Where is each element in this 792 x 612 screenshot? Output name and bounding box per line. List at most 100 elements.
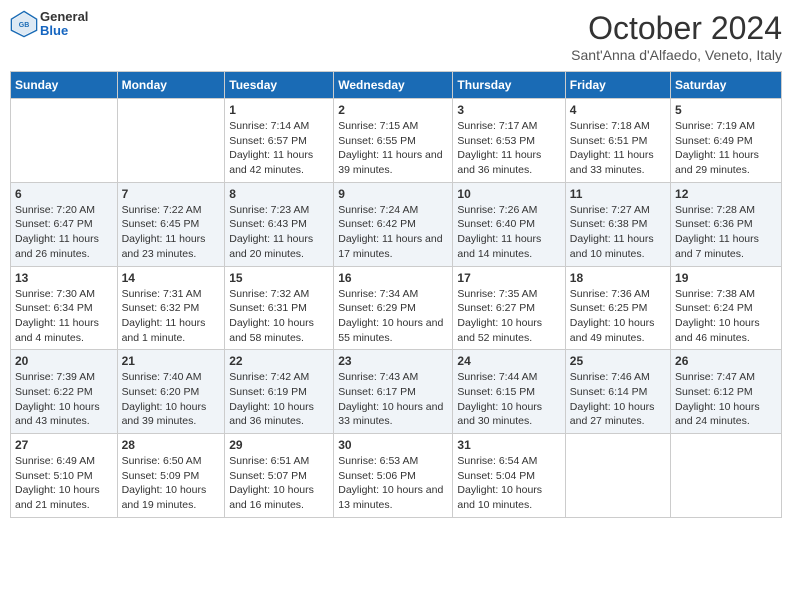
day-header-tuesday: Tuesday bbox=[225, 72, 334, 99]
cell-info: Sunrise: 7:36 AM Sunset: 6:25 PM Dayligh… bbox=[570, 287, 666, 346]
cell-info: Sunrise: 6:51 AM Sunset: 5:07 PM Dayligh… bbox=[229, 454, 329, 513]
cell-info: Sunrise: 7:39 AM Sunset: 6:22 PM Dayligh… bbox=[15, 370, 113, 429]
calendar-cell: 27 Sunrise: 6:49 AM Sunset: 5:10 PM Dayli… bbox=[11, 434, 118, 518]
cell-info: Sunrise: 7:30 AM Sunset: 6:34 PM Dayligh… bbox=[15, 287, 113, 346]
day-number: 3 bbox=[457, 103, 560, 117]
calendar-cell: 6 Sunrise: 7:20 AM Sunset: 6:47 PM Daylig… bbox=[11, 182, 118, 266]
title-block: October 2024 Sant'Anna d'Alfaedo, Veneto… bbox=[571, 10, 782, 63]
calendar-cell: 21 Sunrise: 7:40 AM Sunset: 6:20 PM Dayli… bbox=[117, 350, 225, 434]
calendar-table: SundayMondayTuesdayWednesdayThursdayFrid… bbox=[10, 71, 782, 518]
day-header-thursday: Thursday bbox=[453, 72, 565, 99]
calendar-cell: 20 Sunrise: 7:39 AM Sunset: 6:22 PM Dayli… bbox=[11, 350, 118, 434]
day-number: 7 bbox=[122, 187, 221, 201]
calendar-cell: 1 Sunrise: 7:14 AM Sunset: 6:57 PM Daylig… bbox=[225, 99, 334, 183]
day-number: 12 bbox=[675, 187, 777, 201]
cell-info: Sunrise: 7:28 AM Sunset: 6:36 PM Dayligh… bbox=[675, 203, 777, 262]
week-row-3: 13Sunrise: 7:30 AM Sunset: 6:34 PM Dayli… bbox=[11, 266, 782, 350]
day-number: 2 bbox=[338, 103, 448, 117]
calendar-cell: 7 Sunrise: 7:22 AM Sunset: 6:45 PM Daylig… bbox=[117, 182, 225, 266]
cell-info: Sunrise: 7:27 AM Sunset: 6:38 PM Dayligh… bbox=[570, 203, 666, 262]
cell-info: Sunrise: 7:32 AM Sunset: 6:31 PM Dayligh… bbox=[229, 287, 329, 346]
calendar-cell: 11Sunrise: 7:27 AM Sunset: 6:38 PM Dayli… bbox=[565, 182, 670, 266]
calendar-cell: 23 Sunrise: 7:43 AM Sunset: 6:17 PM Dayli… bbox=[334, 350, 453, 434]
day-number: 24 bbox=[457, 354, 560, 368]
day-number: 23 bbox=[338, 354, 448, 368]
logo-icon: GB bbox=[10, 10, 38, 38]
calendar-header-row: SundayMondayTuesdayWednesdayThursdayFrid… bbox=[11, 72, 782, 99]
calendar-cell: 17 Sunrise: 7:35 AM Sunset: 6:27 PM Dayli… bbox=[453, 266, 565, 350]
calendar-cell: 8 Sunrise: 7:23 AM Sunset: 6:43 PM Daylig… bbox=[225, 182, 334, 266]
cell-info: Sunrise: 7:15 AM Sunset: 6:55 PM Dayligh… bbox=[338, 119, 448, 178]
day-number: 22 bbox=[229, 354, 329, 368]
calendar-cell: 31 Sunrise: 6:54 AM Sunset: 5:04 PM Dayli… bbox=[453, 434, 565, 518]
calendar-cell: 28Sunrise: 6:50 AM Sunset: 5:09 PM Dayli… bbox=[117, 434, 225, 518]
calendar-cell: 22 Sunrise: 7:42 AM Sunset: 6:19 PM Dayli… bbox=[225, 350, 334, 434]
calendar-cell: 24 Sunrise: 7:44 AM Sunset: 6:15 PM Dayli… bbox=[453, 350, 565, 434]
cell-info: Sunrise: 7:34 AM Sunset: 6:29 PM Dayligh… bbox=[338, 287, 448, 346]
day-header-friday: Friday bbox=[565, 72, 670, 99]
cell-info: Sunrise: 7:40 AM Sunset: 6:20 PM Dayligh… bbox=[122, 370, 221, 429]
day-number: 29 bbox=[229, 438, 329, 452]
calendar-cell bbox=[671, 434, 782, 518]
day-number: 8 bbox=[229, 187, 329, 201]
location-title: Sant'Anna d'Alfaedo, Veneto, Italy bbox=[571, 47, 782, 63]
day-number: 20 bbox=[15, 354, 113, 368]
cell-info: Sunrise: 7:44 AM Sunset: 6:15 PM Dayligh… bbox=[457, 370, 560, 429]
cell-info: Sunrise: 6:54 AM Sunset: 5:04 PM Dayligh… bbox=[457, 454, 560, 513]
day-number: 21 bbox=[122, 354, 221, 368]
calendar-cell: 15 Sunrise: 7:32 AM Sunset: 6:31 PM Dayli… bbox=[225, 266, 334, 350]
day-header-wednesday: Wednesday bbox=[334, 72, 453, 99]
day-number: 6 bbox=[15, 187, 113, 201]
day-number: 17 bbox=[457, 271, 560, 285]
logo-blue: Blue bbox=[40, 24, 88, 38]
day-number: 30 bbox=[338, 438, 448, 452]
cell-info: Sunrise: 7:47 AM Sunset: 6:12 PM Dayligh… bbox=[675, 370, 777, 429]
cell-info: Sunrise: 7:14 AM Sunset: 6:57 PM Dayligh… bbox=[229, 119, 329, 178]
calendar-cell: 4 Sunrise: 7:18 AM Sunset: 6:51 PM Daylig… bbox=[565, 99, 670, 183]
calendar-cell: 2 Sunrise: 7:15 AM Sunset: 6:55 PM Daylig… bbox=[334, 99, 453, 183]
day-number: 15 bbox=[229, 271, 329, 285]
cell-info: Sunrise: 7:22 AM Sunset: 6:45 PM Dayligh… bbox=[122, 203, 221, 262]
cell-info: Sunrise: 7:42 AM Sunset: 6:19 PM Dayligh… bbox=[229, 370, 329, 429]
cell-info: Sunrise: 7:35 AM Sunset: 6:27 PM Dayligh… bbox=[457, 287, 560, 346]
calendar-cell: 14Sunrise: 7:31 AM Sunset: 6:32 PM Dayli… bbox=[117, 266, 225, 350]
week-row-4: 20 Sunrise: 7:39 AM Sunset: 6:22 PM Dayli… bbox=[11, 350, 782, 434]
cell-info: Sunrise: 7:19 AM Sunset: 6:49 PM Dayligh… bbox=[675, 119, 777, 178]
cell-info: Sunrise: 7:38 AM Sunset: 6:24 PM Dayligh… bbox=[675, 287, 777, 346]
calendar-cell: 9Sunrise: 7:24 AM Sunset: 6:42 PM Daylig… bbox=[334, 182, 453, 266]
day-number: 4 bbox=[570, 103, 666, 117]
calendar-cell: 29 Sunrise: 6:51 AM Sunset: 5:07 PM Dayli… bbox=[225, 434, 334, 518]
page-header: GB General Blue October 2024 Sant'Anna d… bbox=[10, 10, 782, 63]
cell-info: Sunrise: 7:46 AM Sunset: 6:14 PM Dayligh… bbox=[570, 370, 666, 429]
calendar-cell: 25 Sunrise: 7:46 AM Sunset: 6:14 PM Dayli… bbox=[565, 350, 670, 434]
cell-info: Sunrise: 7:43 AM Sunset: 6:17 PM Dayligh… bbox=[338, 370, 448, 429]
day-number: 5 bbox=[675, 103, 777, 117]
calendar-cell: 3Sunrise: 7:17 AM Sunset: 6:53 PM Daylig… bbox=[453, 99, 565, 183]
cell-info: Sunrise: 7:18 AM Sunset: 6:51 PM Dayligh… bbox=[570, 119, 666, 178]
calendar-cell bbox=[11, 99, 118, 183]
day-header-sunday: Sunday bbox=[11, 72, 118, 99]
calendar-cell: 30Sunrise: 6:53 AM Sunset: 5:06 PM Dayli… bbox=[334, 434, 453, 518]
cell-info: Sunrise: 7:24 AM Sunset: 6:42 PM Dayligh… bbox=[338, 203, 448, 262]
day-number: 19 bbox=[675, 271, 777, 285]
day-number: 1 bbox=[229, 103, 329, 117]
calendar-cell: 10 Sunrise: 7:26 AM Sunset: 6:40 PM Dayli… bbox=[453, 182, 565, 266]
day-number: 18 bbox=[570, 271, 666, 285]
calendar-cell: 16 Sunrise: 7:34 AM Sunset: 6:29 PM Dayli… bbox=[334, 266, 453, 350]
day-number: 10 bbox=[457, 187, 560, 201]
logo: GB General Blue bbox=[10, 10, 88, 39]
cell-info: Sunrise: 6:49 AM Sunset: 5:10 PM Dayligh… bbox=[15, 454, 113, 513]
cell-info: Sunrise: 7:26 AM Sunset: 6:40 PM Dayligh… bbox=[457, 203, 560, 262]
calendar-cell bbox=[565, 434, 670, 518]
calendar-cell: 18 Sunrise: 7:36 AM Sunset: 6:25 PM Dayli… bbox=[565, 266, 670, 350]
day-number: 25 bbox=[570, 354, 666, 368]
day-number: 16 bbox=[338, 271, 448, 285]
cell-info: Sunrise: 7:23 AM Sunset: 6:43 PM Dayligh… bbox=[229, 203, 329, 262]
day-number: 31 bbox=[457, 438, 560, 452]
day-header-saturday: Saturday bbox=[671, 72, 782, 99]
cell-info: Sunrise: 7:20 AM Sunset: 6:47 PM Dayligh… bbox=[15, 203, 113, 262]
month-title: October 2024 bbox=[571, 10, 782, 47]
day-number: 28 bbox=[122, 438, 221, 452]
calendar-cell: 19 Sunrise: 7:38 AM Sunset: 6:24 PM Dayli… bbox=[671, 266, 782, 350]
day-number: 27 bbox=[15, 438, 113, 452]
